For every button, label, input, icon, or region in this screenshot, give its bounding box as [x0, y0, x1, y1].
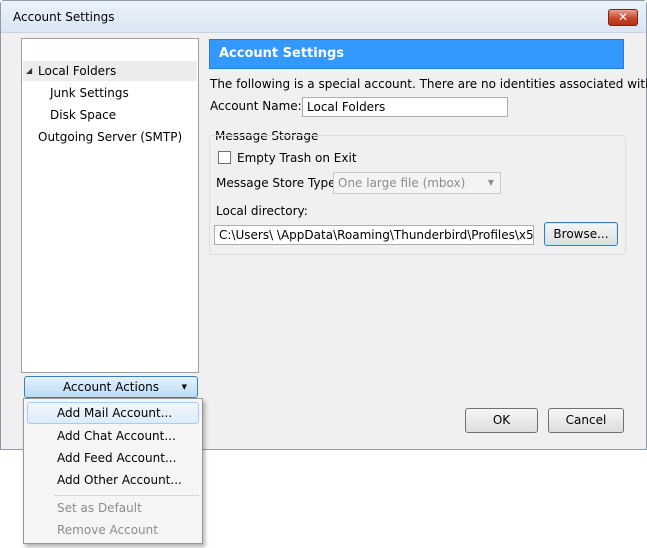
menu-separator [54, 495, 199, 496]
account-actions-menu: Add Mail Account... Add Chat Account... … [23, 398, 203, 544]
tree-item-label: Junk Settings [50, 86, 129, 100]
empty-trash-checkbox[interactable] [218, 151, 231, 164]
panel-header: Account Settings [209, 39, 624, 69]
expanded-triangle-icon[interactable]: ◢ [26, 61, 32, 81]
cancel-button[interactable]: Cancel [548, 408, 624, 433]
tree-item-label: Disk Space [50, 108, 117, 122]
menu-item-add-mail-account[interactable]: Add Mail Account... [27, 402, 199, 424]
tree-item-label: Local Folders [38, 64, 117, 78]
title-bar[interactable]: Account Settings ✕ [1, 1, 646, 33]
browse-button[interactable]: Browse... [544, 222, 618, 246]
account-tree[interactable]: ◢ Local Folders Junk Settings Disk Space… [21, 38, 199, 373]
store-type-select[interactable]: One large file (mbox) ▼ [333, 172, 501, 194]
empty-trash-label[interactable]: Empty Trash on Exit [237, 151, 357, 165]
dialog-client-area: ◢ Local Folders Junk Settings Disk Space… [1, 34, 647, 449]
tree-item-label: Outgoing Server (SMTP) [38, 130, 183, 144]
tree-item-outgoing-server[interactable]: Outgoing Server (SMTP) [23, 127, 197, 147]
dropdown-caret-icon: ▼ [181, 383, 187, 391]
tree-item-disk-space[interactable]: Disk Space [23, 105, 197, 125]
menu-item-set-as-default: Set as Default [57, 501, 142, 515]
ok-button[interactable]: OK [465, 408, 538, 433]
menu-item-add-chat-account[interactable]: Add Chat Account... [27, 425, 199, 447]
account-name-label: Account Name: [210, 99, 302, 113]
close-icon: ✕ [617, 10, 629, 24]
menu-item-add-other-account[interactable]: Add Other Account... [27, 469, 199, 491]
close-button[interactable]: ✕ [608, 9, 638, 26]
window-title: Account Settings [13, 10, 115, 24]
panel-description: The following is a special account. Ther… [210, 77, 647, 91]
account-settings-window: Account Settings ✕ ◢ Local Folders Junk … [0, 0, 647, 450]
chevron-down-icon: ▼ [487, 178, 494, 187]
account-name-input[interactable]: Local Folders [302, 97, 508, 117]
tree-item-junk-settings[interactable]: Junk Settings [23, 83, 197, 103]
local-directory-label: Local directory: [216, 204, 308, 218]
account-actions-button[interactable]: Account Actions ▼ [24, 376, 198, 398]
store-type-label: Message Store Type: [216, 176, 340, 190]
store-type-value: One large file (mbox) [338, 176, 466, 190]
tree-item-local-folders[interactable]: ◢ Local Folders [23, 61, 197, 81]
menu-item-remove-account: Remove Account [57, 523, 158, 537]
menu-item-add-feed-account[interactable]: Add Feed Account... [27, 447, 199, 469]
local-directory-input[interactable]: C:\Users\ \AppData\Roaming\Thunderbird\P… [214, 225, 534, 245]
account-actions-label: Account Actions [62, 380, 160, 394]
